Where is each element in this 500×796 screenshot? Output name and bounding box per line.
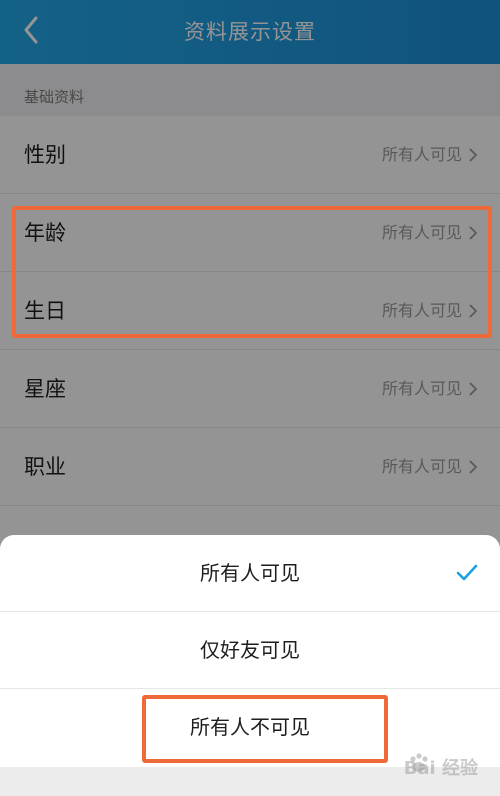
option-label: 仅好友可见 <box>200 638 300 662</box>
annotation-highlight-box <box>12 206 492 338</box>
checkmark-icon <box>456 564 478 581</box>
annotation-highlight-box <box>142 695 388 763</box>
option-visible-to-everyone[interactable]: 所有人可见 <box>0 535 500 612</box>
option-friends-only[interactable]: 仅好友可见 <box>0 612 500 689</box>
option-label: 所有人可见 <box>200 561 300 585</box>
watermark: Bai 经验 <box>403 758 478 779</box>
profile-display-settings-screen: 资料展示设置 基础资料 性别 所有人可见 年龄 所有人可见 生日 所有人可见 星… <box>0 0 500 796</box>
